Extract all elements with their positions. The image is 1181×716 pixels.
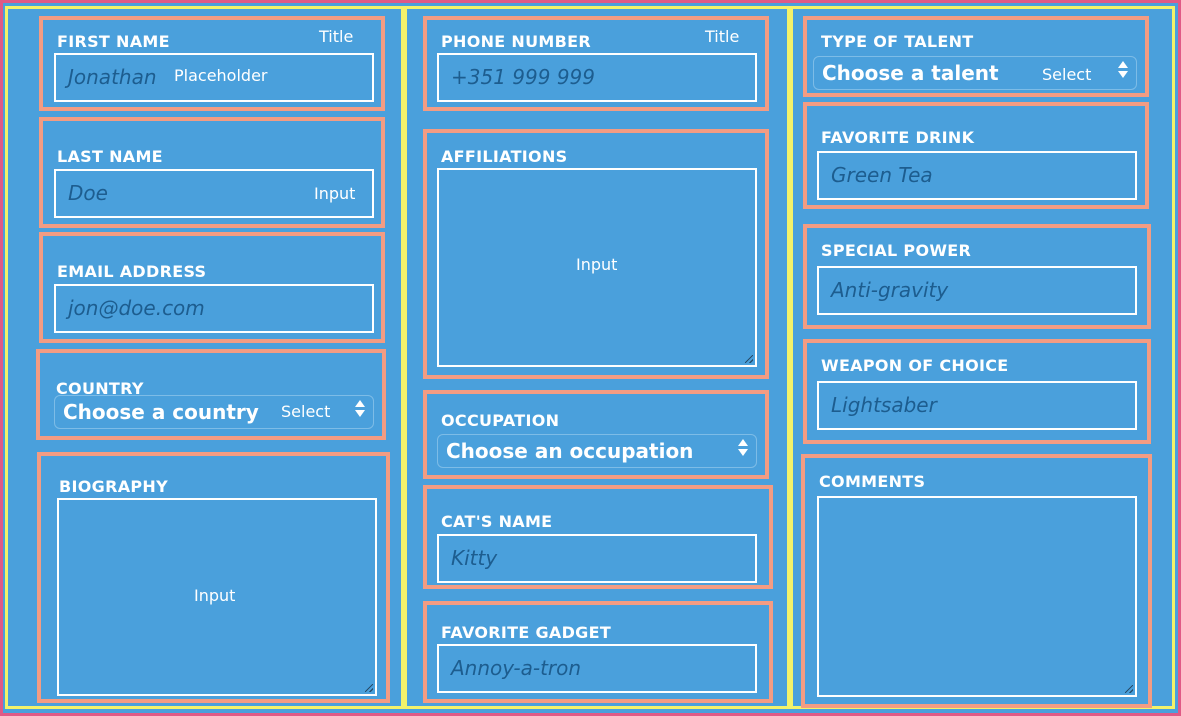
weapon-label: WEAPON OF CHOICE [821, 356, 1009, 375]
biography-input-annotation: Input [194, 586, 236, 605]
comments-textarea[interactable] [817, 496, 1137, 697]
occupation-select[interactable]: Choose an occupation [437, 434, 757, 468]
last-name-field: LAST NAME Doe Input [39, 117, 385, 228]
first-name-input[interactable]: Jonathan Placeholder [54, 53, 374, 102]
affiliations-label: AFFILIATIONS [441, 147, 568, 166]
occupation-field: OCCUPATION Choose an occupation [423, 390, 769, 479]
resize-handle-icon[interactable] [1125, 685, 1133, 693]
first-name-placeholder-annotation: Placeholder [174, 66, 268, 85]
first-name-field: FIRST NAME Title Jonathan Placeholder [39, 16, 385, 111]
cat-name-field: CAT'S NAME Kitty [423, 485, 773, 589]
talent-selected-value: Choose a talent [822, 61, 999, 85]
cat-name-input[interactable]: Kitty [437, 534, 757, 583]
talent-field: TYPE OF TALENT Choose a talent Select [803, 16, 1149, 97]
country-select-annotation: Select [281, 402, 331, 421]
country-selected-value: Choose a country [63, 400, 259, 424]
select-arrows-icon [738, 439, 748, 456]
email-label: EMAIL ADDRESS [57, 262, 207, 281]
phone-field: PHONE NUMBER Title +351 999 999 [423, 16, 769, 111]
resize-handle-icon[interactable] [365, 684, 373, 692]
talent-label: TYPE OF TALENT [821, 32, 974, 51]
power-label: SPECIAL POWER [821, 241, 972, 260]
phone-input[interactable]: +351 999 999 [437, 53, 757, 102]
last-name-input-annotation: Input [314, 184, 356, 203]
weapon-field: WEAPON OF CHOICE Lightsaber [803, 339, 1151, 444]
gadget-field: FAVORITE GADGET Annoy-a-tron [423, 601, 773, 703]
email-placeholder: jon@doe.com [68, 296, 205, 320]
talent-select[interactable]: Choose a talent Select [813, 56, 1137, 90]
first-name-placeholder: Jonathan [68, 65, 157, 89]
email-field: EMAIL ADDRESS jon@doe.com [39, 232, 385, 343]
form-column-right: TYPE OF TALENT Choose a talent Select FA… [790, 6, 1175, 709]
gadget-input[interactable]: Annoy-a-tron [437, 644, 757, 693]
country-select[interactable]: Choose a country Select [54, 395, 374, 429]
last-name-label: LAST NAME [57, 147, 163, 166]
drink-field: FAVORITE DRINK Green Tea [803, 102, 1149, 209]
talent-select-annotation: Select [1042, 65, 1092, 84]
biography-field: BIOGRAPHY Input [37, 452, 390, 703]
first-name-title-annotation: Title [319, 27, 354, 46]
biography-label: BIOGRAPHY [59, 477, 168, 496]
power-field: SPECIAL POWER Anti-gravity [803, 224, 1151, 329]
gadget-placeholder: Annoy-a-tron [451, 656, 582, 680]
drink-input[interactable]: Green Tea [817, 151, 1137, 200]
power-input[interactable]: Anti-gravity [817, 266, 1137, 315]
phone-placeholder: +351 999 999 [451, 65, 595, 89]
occupation-label: OCCUPATION [441, 411, 560, 430]
gadget-label: FAVORITE GADGET [441, 623, 612, 642]
select-arrows-icon [1118, 61, 1128, 78]
weapon-placeholder: Lightsaber [831, 393, 937, 417]
country-field: COUNTRY Choose a country Select [36, 349, 386, 440]
last-name-placeholder: Doe [68, 181, 108, 205]
form-column-middle: PHONE NUMBER Title +351 999 999 AFFILIAT… [404, 6, 790, 709]
email-input[interactable]: jon@doe.com [54, 284, 374, 333]
weapon-input[interactable]: Lightsaber [817, 381, 1137, 430]
drink-placeholder: Green Tea [831, 163, 933, 187]
resize-handle-icon[interactable] [745, 355, 753, 363]
last-name-input[interactable]: Doe Input [54, 169, 374, 218]
comments-field: COMMENTS [801, 454, 1152, 708]
comments-label: COMMENTS [819, 472, 926, 491]
power-placeholder: Anti-gravity [831, 278, 949, 302]
phone-title-annotation: Title [705, 27, 740, 46]
form-column-left: FIRST NAME Title Jonathan Placeholder LA… [5, 6, 404, 709]
affiliations-input-annotation: Input [576, 255, 618, 274]
first-name-label: FIRST NAME [57, 32, 170, 51]
cat-name-placeholder: Kitty [451, 546, 498, 570]
affiliations-textarea[interactable]: Input [437, 168, 757, 367]
occupation-selected-value: Choose an occupation [446, 439, 694, 463]
affiliations-field: AFFILIATIONS Input [423, 129, 769, 379]
phone-label: PHONE NUMBER [441, 32, 591, 51]
biography-textarea[interactable]: Input [57, 498, 377, 696]
cat-name-label: CAT'S NAME [441, 512, 553, 531]
drink-label: FAVORITE DRINK [821, 128, 975, 147]
select-arrows-icon [355, 400, 365, 417]
